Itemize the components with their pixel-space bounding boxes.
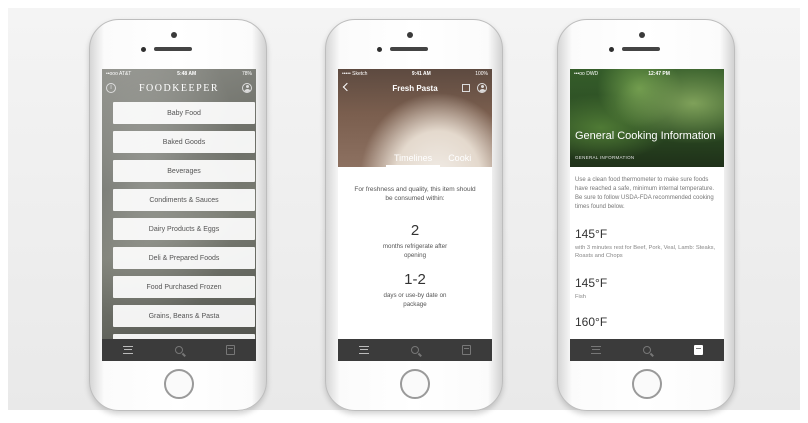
front-camera <box>171 32 177 38</box>
tab-calendar[interactable] <box>686 341 710 359</box>
hero-photo <box>570 69 724 167</box>
proximity-sensor <box>377 47 382 52</box>
search-icon <box>642 346 651 354</box>
temperature-value: 145°F <box>575 227 608 241</box>
category-button[interactable]: Dairy Products & Eggs <box>113 218 255 240</box>
category-button[interactable]: Deli & Prepared Foods <box>113 247 255 269</box>
tab-bar <box>338 339 492 361</box>
app-logo: FOODKEEPER <box>138 82 219 94</box>
tab-search[interactable] <box>635 341 659 359</box>
tab-search[interactable] <box>167 341 191 359</box>
battery: 100% <box>475 71 488 77</box>
proximity-sensor <box>141 47 146 52</box>
front-camera <box>639 32 645 38</box>
home-button[interactable] <box>632 369 662 399</box>
temperature-value: 145°F <box>575 276 608 290</box>
temperature-note: Fish <box>575 294 586 300</box>
carrier: ••••• Sketch <box>342 71 368 77</box>
duration-value: 2 <box>410 222 420 239</box>
timeline-content: For freshness and quality, this item sho… <box>338 167 492 339</box>
category-button[interactable]: Baby Food <box>113 102 255 124</box>
list-icon <box>122 346 133 354</box>
earpiece-speaker <box>154 47 192 51</box>
section-title: General Cooking Information <box>575 130 716 142</box>
duration-desc: days or use-by date on package <box>383 292 447 308</box>
earpiece-speaker <box>622 47 660 51</box>
clock: 5:48 AM <box>177 71 197 77</box>
category-button[interactable]: Beverages <box>113 160 255 182</box>
status-bar: •••oo DWD 12:47 PM <box>570 69 724 79</box>
front-camera <box>407 32 413 38</box>
duration-desc: months refrigerate after opening <box>382 243 448 259</box>
category-list: Baby Food Baked Goods Beverages Condimen… <box>113 102 255 340</box>
status-bar: ••••• Sketch 9:41 AM 100% <box>338 69 492 79</box>
user-icon[interactable] <box>477 83 487 93</box>
tab-bar <box>102 339 256 361</box>
tab-calendar[interactable] <box>454 341 478 359</box>
calendar-icon <box>461 345 471 355</box>
status-bar: ••ooo AT&T 5:48 AM 78% <box>102 69 256 79</box>
temperature-note: with 3 minutes rest for Beef, Pork, Veal… <box>575 245 716 259</box>
clock: 9:41 AM <box>411 71 431 77</box>
category-button[interactable]: Food Purchased Frozen <box>113 276 255 298</box>
intro-text: For freshness and quality, this item sho… <box>354 186 476 202</box>
screen-category-list: ••ooo AT&T 5:48 AM 78% i FOODKEEPER Baby… <box>102 69 256 361</box>
screen-product-detail: ••••• Sketch 9:41 AM 100% Fresh Pasta Ti… <box>338 69 492 361</box>
tab-timelines[interactable]: Timelines <box>386 148 441 167</box>
user-icon[interactable] <box>242 83 252 93</box>
tab-cooking[interactable]: Cooki <box>440 148 479 167</box>
home-button[interactable] <box>400 369 430 399</box>
calendar-icon <box>225 345 235 355</box>
tab-list[interactable] <box>352 341 376 359</box>
search-icon <box>174 346 183 354</box>
back-icon[interactable] <box>342 82 352 92</box>
earpiece-speaker <box>390 47 428 51</box>
phone-2: ••••• Sketch 9:41 AM 100% Fresh Pasta Ti… <box>325 19 503 411</box>
duration-value: 1-2 <box>404 271 426 288</box>
list-icon <box>590 346 601 354</box>
category-button[interactable]: Condiments & Sauces <box>113 189 255 211</box>
info-paragraph: Use a clean food thermometer to make sur… <box>575 177 715 210</box>
app-header: i FOODKEEPER <box>102 80 256 96</box>
calendar-add-icon[interactable] <box>462 84 470 92</box>
category-button[interactable]: Grains, Beans & Pasta <box>113 305 255 327</box>
tab-list[interactable] <box>584 341 608 359</box>
home-button[interactable] <box>164 369 194 399</box>
screen-cooking-info: •••oo DWD 12:47 PM General Cooking Infor… <box>570 69 724 361</box>
nav-bar: Fresh Pasta <box>338 80 492 96</box>
temperature-value: 160°F <box>575 315 608 329</box>
proximity-sensor <box>609 47 614 52</box>
section-subtitle: GENERAL INFORMATION <box>575 155 635 160</box>
info-icon[interactable]: i <box>106 83 116 93</box>
tab-search[interactable] <box>403 341 427 359</box>
clock: 12:47 PM <box>648 71 670 77</box>
carrier: ••ooo AT&T <box>106 71 132 77</box>
tab-calendar[interactable] <box>218 341 242 359</box>
calendar-icon <box>693 345 703 355</box>
battery: 78% <box>241 71 252 77</box>
carrier: •••oo DWD <box>574 71 599 77</box>
cooking-content: Use a clean food thermometer to make sur… <box>570 167 724 339</box>
product-title: Fresh Pasta <box>392 83 438 93</box>
tab-bar <box>570 339 724 361</box>
tab-list[interactable] <box>116 341 140 359</box>
list-icon <box>358 346 369 354</box>
search-icon <box>410 346 419 354</box>
phone-3: •••oo DWD 12:47 PM General Cooking Infor… <box>557 19 735 411</box>
category-button[interactable]: Baked Goods <box>113 131 255 153</box>
phone-1: ••ooo AT&T 5:48 AM 78% i FOODKEEPER Baby… <box>89 19 267 411</box>
segment-tabs: Timelines Cooki <box>338 148 492 167</box>
